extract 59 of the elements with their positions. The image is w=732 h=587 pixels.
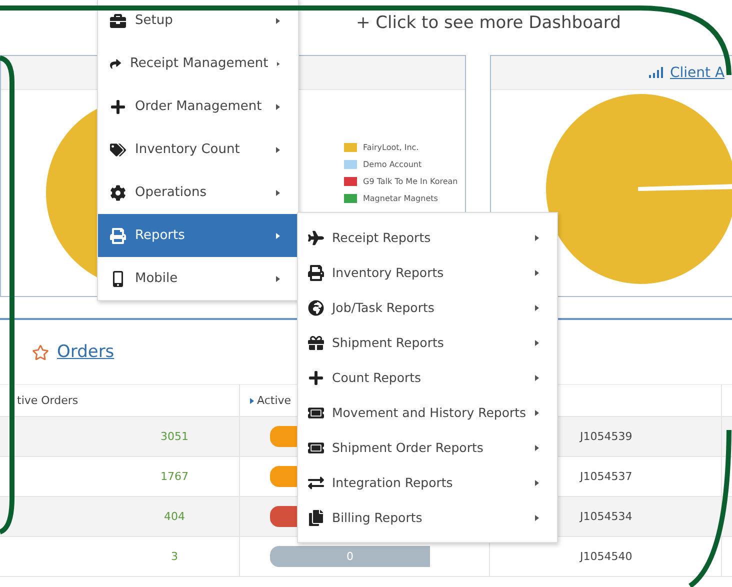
caret-icon [535,480,539,486]
menu-item[interactable]: Inventory Reports [298,255,557,290]
panel-title-link[interactable]: Client A [670,64,725,80]
ticket-icon [308,404,324,420]
caret-icon [535,514,539,520]
airplane-icon [308,230,324,246]
bar-chart-icon [649,67,666,78]
legend-label: Demo Account [363,160,422,169]
briefcase-icon [110,12,126,28]
menu-item[interactable]: Reports [98,214,298,257]
table-cell: 3051 [0,417,240,457]
caret-icon [535,374,539,380]
caret-icon [276,18,280,24]
caret-icon [276,146,280,152]
printer-icon [110,228,126,244]
plus-icon [308,370,324,386]
menu-item[interactable]: Shipment Reports [298,325,557,360]
table-cell: 1767 [0,457,240,497]
caret-icon [250,398,254,404]
documents-icon [308,510,324,526]
ticket-icon [308,440,324,456]
legend-label: G9 Talk To Me In Korean [363,177,458,186]
caret-icon [276,104,280,110]
phone-icon [110,270,126,286]
menu-item[interactable]: Job/Task Reports [298,290,557,325]
table-cell: 404 [0,497,240,537]
dashboard-link[interactable]: + Click to see more Dashboard [356,12,621,32]
caret-icon [535,340,539,346]
legend-label: Magnetar Magnets [363,194,438,203]
caret-icon [535,304,539,310]
menu-item[interactable]: Receipt Reports [298,220,557,255]
caret-icon [535,270,539,276]
table-cell: 3 [0,537,240,577]
menu-item[interactable]: Receipt Management [98,42,298,85]
column-header[interactable]: tive Orders [0,384,240,417]
menu-item[interactable]: Mobile [98,257,298,300]
menu-item[interactable]: Count Reports [298,360,557,395]
menu-item[interactable]: Inventory Count [98,128,298,171]
caret-icon [276,190,280,196]
star-icon[interactable] [32,344,49,360]
menu-item[interactable]: Operations [98,171,298,214]
caret-icon [277,60,280,66]
caret-icon [276,276,280,282]
caret-icon [276,232,280,238]
printer-icon [308,264,324,280]
legend-label: FairyLoot, Inc. [363,143,419,152]
progress-bar: 0 [270,546,430,567]
globe-icon [308,300,324,316]
gear-icon [110,184,126,200]
orders-link[interactable]: Orders [57,342,114,362]
tags-icon [110,142,126,158]
plus-icon [110,98,126,114]
caret-icon [535,444,539,450]
gift-icon [308,334,324,350]
caret-icon [535,234,539,240]
table-cell: J1054540 [490,537,722,577]
caret-icon [535,410,539,416]
menu-item[interactable]: Order Management [98,85,298,128]
exchange-arrows-icon [308,474,324,490]
